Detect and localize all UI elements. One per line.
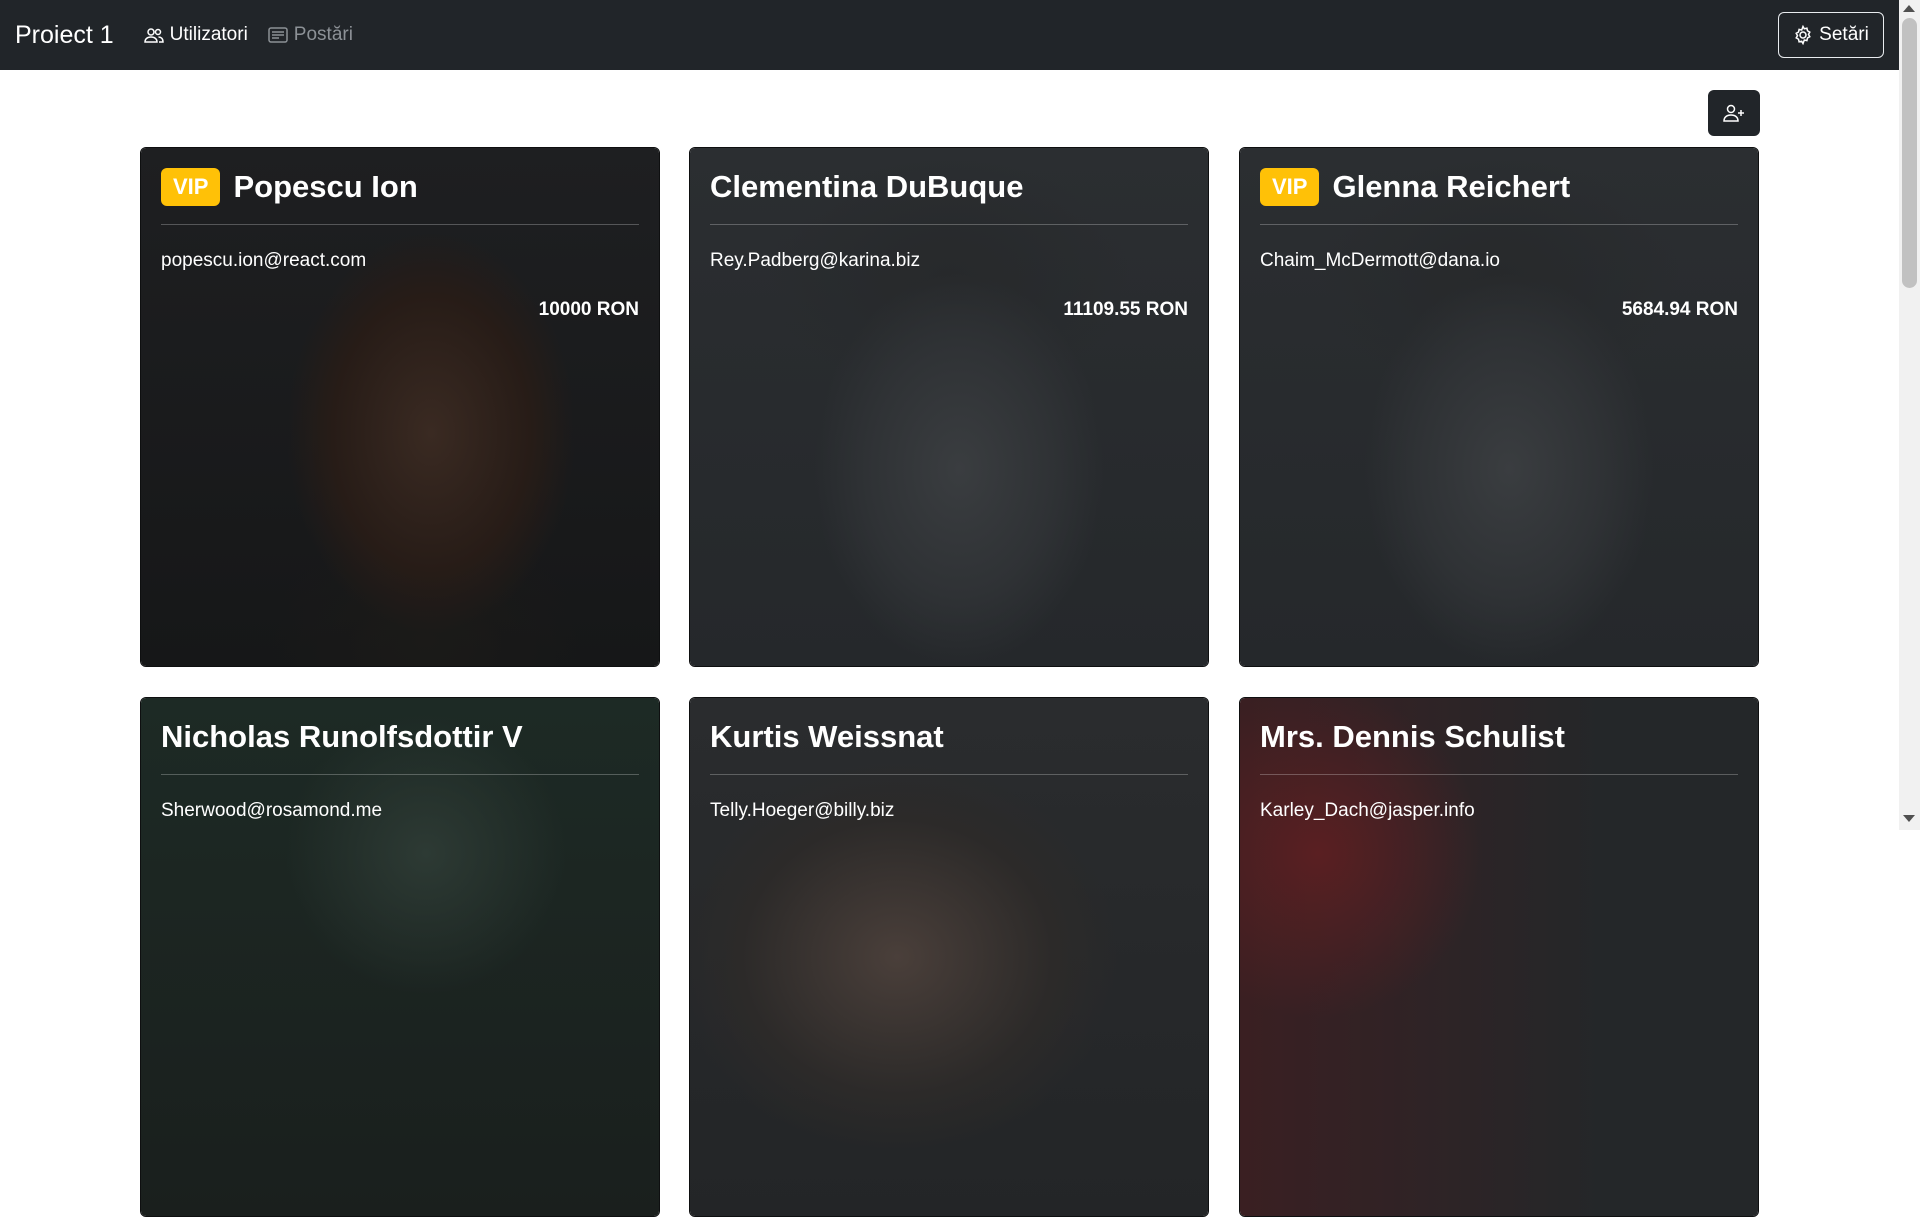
card-text-icon [268,27,288,43]
card-divider [710,224,1188,225]
user-card[interactable]: Nicholas Runolfsdottir V Sherwood@rosamo… [140,697,660,1217]
card-divider [161,224,639,225]
settings-button[interactable]: Setări [1778,12,1884,58]
scroll-down-arrow[interactable] [1903,815,1915,822]
vip-badge: VIP [1260,168,1320,206]
add-user-button[interactable] [1708,90,1760,136]
user-name: Popescu Ion [233,169,418,204]
card-divider [1260,774,1738,775]
user-card[interactable]: Kurtis Weissnat Telly.Hoeger@billy.biz [689,697,1209,1217]
user-email: popescu.ion@react.com [161,250,367,271]
scrollbar-thumb[interactable] [1902,18,1917,288]
user-name: Mrs. Dennis Schulist [1260,719,1565,754]
user-balance: 5684.94 RON [1621,299,1738,320]
user-card[interactable]: Clementina DuBuque Rey.Padberg@karina.bi… [689,147,1209,667]
nav-link-posts-label: Postări [293,24,353,45]
people-icon [143,28,164,43]
top-navbar: Proiect 1 Utilizatori Postări Setări [0,0,1899,70]
card-divider [710,774,1188,775]
user-balance: 10000 RON [538,299,639,320]
user-name: Kurtis Weissnat [710,719,944,754]
scroll-up-arrow[interactable] [1903,5,1915,12]
settings-button-label: Setări [1819,24,1869,45]
vip-badge: VIP [161,168,221,206]
user-email: Sherwood@rosamond.me [161,800,383,821]
user-email: Telly.Hoeger@billy.biz [710,800,895,821]
card-divider [1260,224,1738,225]
user-card[interactable]: Mrs. Dennis Schulist Karley_Dach@jasper.… [1239,697,1759,1217]
user-name: Clementina DuBuque [710,169,1024,204]
user-email: Karley_Dach@jasper.info [1260,800,1475,821]
nav-link-users-label: Utilizatori [169,24,248,45]
user-balance: 11109.55 RON [1063,299,1188,320]
user-card[interactable]: VIP Glenna Reichert Chaim_McDermott@dana… [1239,147,1759,667]
user-email: Chaim_McDermott@dana.io [1260,250,1500,271]
person-plus-icon [1723,104,1744,122]
brand-title[interactable]: Proiect 1 [15,21,114,50]
user-email: Rey.Padberg@karina.biz [710,250,921,271]
nav-link-posts[interactable]: Postări [268,24,353,46]
card-divider [161,774,639,775]
nav-link-users[interactable]: Utilizatori [143,24,248,46]
user-name: Nicholas Runolfsdottir V [161,719,523,754]
user-card[interactable]: VIP Popescu Ion popescu.ion@react.com 10… [140,147,660,667]
user-name: Glenna Reichert [1332,169,1571,204]
gear-icon [1795,25,1811,45]
